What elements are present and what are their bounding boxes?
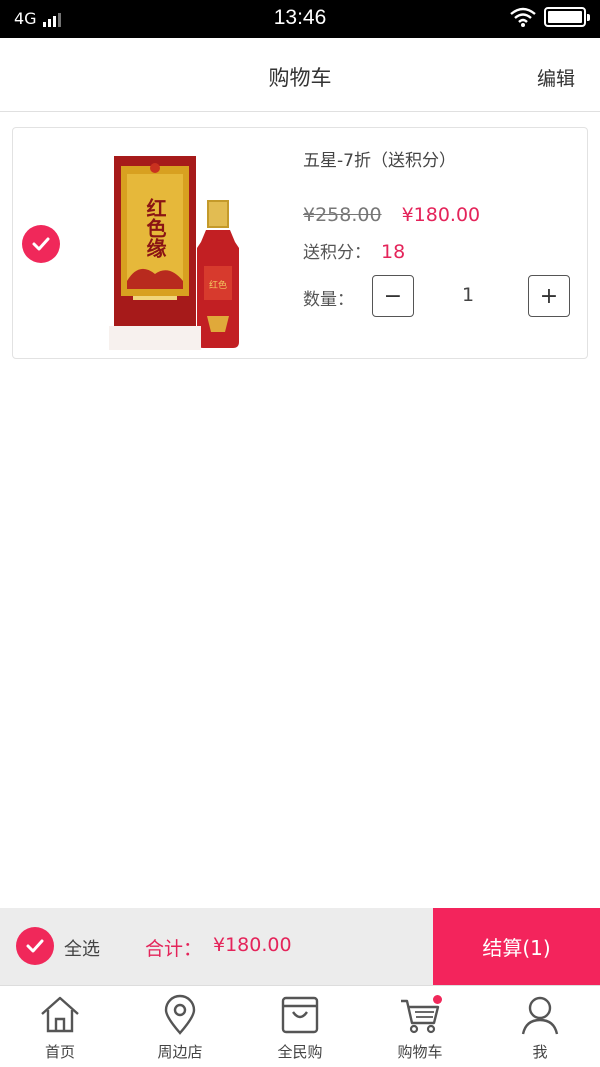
screen: 4G 13:46 购物车 编辑 红色缘 红色 五星-7折（送积分） ¥258.0… (0, 0, 600, 1067)
shopping-bag-icon (281, 996, 319, 1034)
svg-text:红色: 红色 (209, 279, 227, 291)
wifi-icon (510, 7, 536, 27)
quantity-increase-button[interactable]: + (528, 275, 570, 317)
tab-me[interactable]: 我 (480, 986, 600, 1067)
user-icon (521, 996, 559, 1035)
sale-price: ¥180.00 (401, 204, 481, 226)
select-all-label[interactable]: 全选 (64, 935, 100, 961)
select-all-checkbox[interactable] (16, 927, 54, 965)
product-brand-text: 红色缘 (143, 197, 167, 258)
quantity-value: 1 (461, 284, 475, 306)
total-value: ¥180.00 (213, 934, 292, 956)
points-label: 送积分： (303, 243, 371, 263)
tab-cart[interactable]: 购物车 (360, 986, 480, 1067)
tab-label-nearby: 周边店 (157, 1043, 203, 1061)
total-label: 合计： (145, 938, 203, 960)
tab-nearby-stores[interactable]: 周边店 (120, 986, 240, 1067)
status-right (510, 7, 590, 27)
page-title: 购物车 (268, 66, 332, 90)
checkout-bar: 全选 合计： ¥180.00 结算(1) (0, 908, 600, 985)
price-row: ¥258.00 ¥180.00 (303, 204, 480, 226)
checkout-button[interactable]: 结算(1) (433, 908, 600, 985)
points-row: 送积分： 18 (303, 238, 405, 263)
tab-bar: 首页 周边店 全民购 购物车 我 (0, 985, 600, 1067)
product-image[interactable]: 红色缘 红色 (109, 156, 255, 350)
battery-icon (544, 7, 590, 27)
cart-item: 红色缘 红色 五星-7折（送积分） ¥258.00 ¥180.00 送积分： 1… (12, 127, 588, 359)
points-value: 18 (381, 241, 406, 263)
status-bar: 4G 13:46 (0, 0, 600, 38)
tab-label-cart: 购物车 (397, 1043, 443, 1061)
tab-label-group-buy: 全民购 (277, 1043, 323, 1061)
location-pin-icon (164, 994, 196, 1035)
product-name[interactable]: 五星-7折（送积分） (303, 146, 456, 171)
checkmark-icon (32, 237, 50, 251)
original-price: ¥258.00 (303, 204, 382, 226)
quantity-decrease-button[interactable]: − (372, 275, 414, 317)
tab-group-buy[interactable]: 全民购 (240, 986, 360, 1067)
quantity-label: 数量： (303, 290, 354, 310)
tab-label-home: 首页 (44, 1043, 75, 1061)
tab-home[interactable]: 首页 (0, 986, 120, 1067)
tab-label-me: 我 (532, 1043, 548, 1061)
app-header: 购物车 编辑 (0, 38, 600, 112)
checkmark-icon (26, 939, 44, 953)
quantity-stepper: 数量： − 1 + (303, 275, 583, 317)
home-icon (41, 996, 79, 1033)
notification-dot (433, 995, 442, 1004)
edit-button[interactable]: 编辑 (537, 64, 575, 91)
item-checkbox[interactable] (22, 225, 60, 263)
